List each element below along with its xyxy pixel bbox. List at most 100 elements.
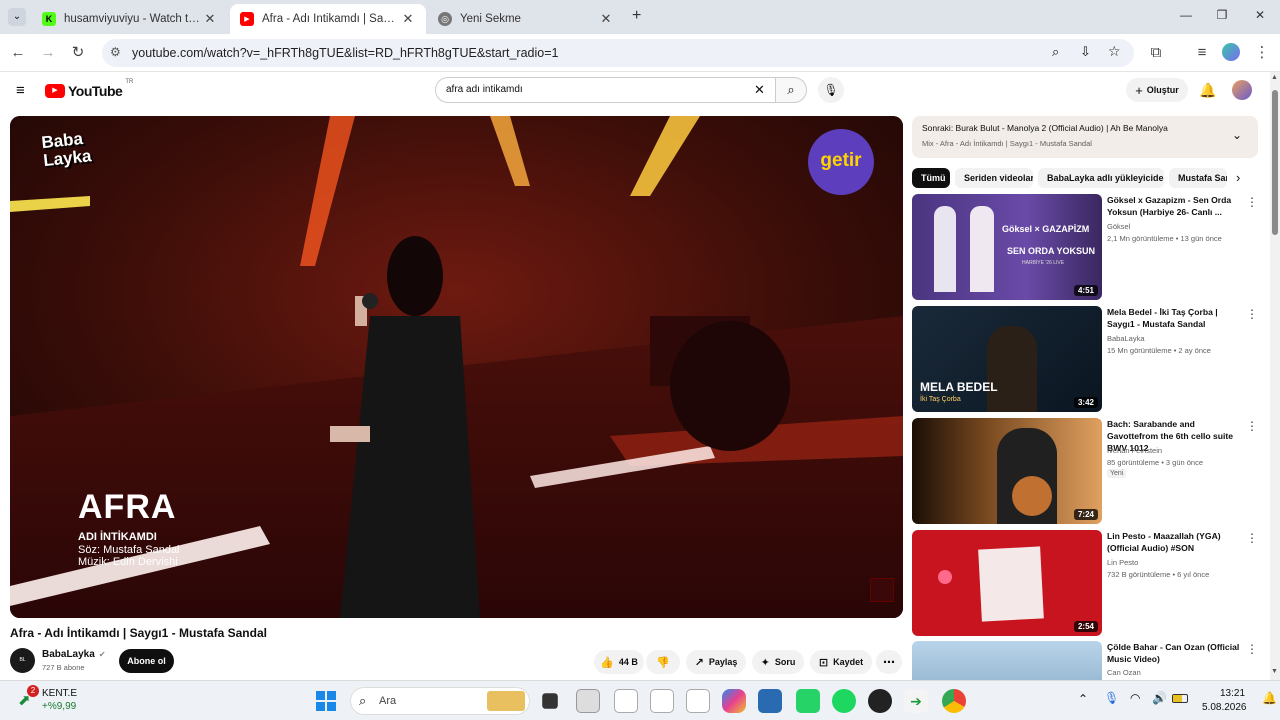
notifications-bell-icon[interactable]: 🔔 bbox=[1199, 82, 1216, 99]
mix-playlist-header[interactable]: Sonraki: Burak Bulut - Manolya 2 (Offici… bbox=[912, 116, 1258, 158]
hamburger-icon[interactable]: ≡ bbox=[16, 82, 25, 99]
back-icon[interactable]: ← bbox=[8, 43, 28, 63]
profile-avatar[interactable] bbox=[1222, 43, 1240, 61]
scroll-thumb[interactable] bbox=[1272, 90, 1278, 235]
dislike-button[interactable]: 👎 bbox=[646, 650, 680, 674]
file-icon[interactable] bbox=[686, 689, 710, 713]
tab-kick[interactable]: K husamviyuviyu - Watch the VOD ✕ bbox=[32, 4, 228, 34]
scroll-up-arrow[interactable]: ▲ bbox=[1271, 74, 1278, 81]
close-icon[interactable]: ✕ bbox=[400, 11, 416, 27]
close-icon[interactable]: ✕ bbox=[202, 11, 218, 27]
duration-badge: 3:42 bbox=[1073, 397, 1098, 408]
chip-all[interactable]: Tümü bbox=[912, 168, 950, 188]
spotify-icon[interactable] bbox=[832, 689, 856, 713]
solitaire-icon[interactable] bbox=[758, 689, 782, 713]
clear-search-icon[interactable]: ✕ bbox=[754, 82, 765, 98]
list-item[interactable]: Göksel × GAZAPİZM SEN ORDA YOKSUN HARBİY… bbox=[912, 194, 1258, 302]
thumb-text: İki Taş Çorba bbox=[920, 396, 961, 403]
site-info-icon[interactable]: ⚙ bbox=[110, 45, 121, 59]
chevron-up-icon[interactable]: ⌃ bbox=[1078, 692, 1088, 706]
stock-widget[interactable]: ⬈ 2 KENT.E +%9,99 bbox=[16, 685, 96, 715]
extensions-icon[interactable]: ⧉ bbox=[1146, 43, 1166, 63]
chevron-right-icon[interactable]: › bbox=[1236, 170, 1240, 185]
more-actions-button[interactable]: ⋯ bbox=[876, 650, 902, 674]
video-thumbnail[interactable] bbox=[912, 641, 1102, 680]
kebab-menu-icon[interactable]: ⋮ bbox=[1246, 643, 1258, 655]
taskbar-search-input[interactable]: ⌕ Ara bbox=[350, 687, 530, 715]
search-button[interactable]: ⌕ bbox=[775, 77, 807, 103]
media-controls-icon[interactable]: ≡ bbox=[1192, 43, 1212, 63]
reload-icon[interactable]: ↻ bbox=[68, 43, 88, 63]
subscribe-button[interactable]: Abone ol bbox=[119, 649, 174, 673]
notification-icon[interactable]: 🔔 bbox=[1262, 691, 1277, 705]
share-button[interactable]: ↗ Paylaş bbox=[686, 650, 746, 674]
list-item[interactable]: 7:24 Bach: Sarabande and Gavottefrom the… bbox=[912, 418, 1258, 526]
close-icon[interactable]: ✕ bbox=[598, 11, 614, 27]
file-icon[interactable] bbox=[650, 689, 674, 713]
ask-button[interactable]: ✦ Soru bbox=[752, 650, 804, 674]
address-bar[interactable]: ⚙ youtube.com/watch?v=_hFRTh8gTUE&list=R… bbox=[102, 39, 1134, 67]
tab-youtube[interactable]: ▶ Afra - Adı İntikamdı | Saygı1 - M ✕ bbox=[230, 4, 426, 34]
kebab-menu-icon[interactable]: ⋮ bbox=[1246, 308, 1258, 320]
tab-search-button[interactable]: ⌄ bbox=[8, 8, 26, 26]
window-close-icon[interactable]: ✕ bbox=[1250, 8, 1270, 26]
channel-avatar[interactable]: BL bbox=[10, 648, 35, 673]
file-icon[interactable] bbox=[614, 689, 638, 713]
kebab-menu-icon[interactable]: ⋮ bbox=[1246, 196, 1258, 208]
kebab-menu-icon[interactable]: ⋮ bbox=[1246, 532, 1258, 544]
microphone-icon[interactable]: 🎙 bbox=[1104, 691, 1119, 705]
kebab-menu-icon[interactable]: ⋮ bbox=[1246, 420, 1258, 432]
app-icon[interactable] bbox=[576, 689, 600, 713]
video-player[interactable]: Baba Layka getir AFRA ADI İNTİKAMDI Söz:… bbox=[10, 116, 903, 618]
account-avatar[interactable] bbox=[1232, 80, 1252, 100]
wifi-icon[interactable]: ◠ bbox=[1130, 691, 1140, 705]
chevron-down-icon[interactable]: ⌄ bbox=[1232, 128, 1242, 142]
video-thumbnail[interactable]: MELA BEDEL İki Taş Çorba 3:42 bbox=[912, 306, 1102, 412]
restore-icon[interactable]: ❐ bbox=[1212, 8, 1232, 26]
rose-icon bbox=[938, 570, 952, 584]
chip-series[interactable]: Seriden videolar bbox=[955, 168, 1033, 188]
chrome-taskbar-icon[interactable] bbox=[942, 689, 966, 713]
arrow-app-icon[interactable]: ➔ bbox=[904, 689, 928, 713]
video-thumbnail[interactable]: Göksel × GAZAPİZM SEN ORDA YOKSUN HARBİY… bbox=[912, 194, 1102, 300]
bookmark-star-icon[interactable]: ☆ bbox=[1108, 43, 1121, 60]
channel-name[interactable]: BabaLayka ✔ bbox=[42, 649, 106, 660]
zoom-icon[interactable]: ⌕ bbox=[1052, 44, 1059, 60]
page-scrollbar[interactable]: ▲ ▼ bbox=[1270, 72, 1280, 680]
chip-artist[interactable]: Mustafa San bbox=[1169, 168, 1227, 188]
install-icon[interactable]: ⇩ bbox=[1080, 44, 1091, 60]
like-button[interactable]: 👍 44 B bbox=[594, 650, 644, 674]
menu-kebab-icon[interactable]: ⋮ bbox=[1252, 43, 1272, 63]
clock-time[interactable]: 13:21 bbox=[1220, 688, 1245, 699]
windows-start-icon[interactable] bbox=[316, 691, 336, 711]
minimize-icon[interactable]: — bbox=[1176, 8, 1196, 26]
tab-title: husamviyuviyu - Watch the VOD bbox=[64, 13, 202, 25]
more-horizontal-icon: ⋯ bbox=[883, 655, 895, 669]
youtube-logo-icon: ▶ bbox=[45, 84, 65, 98]
forward-icon[interactable]: → bbox=[38, 43, 58, 63]
battery-icon[interactable] bbox=[1172, 694, 1188, 703]
video-thumbnail[interactable]: 2:54 bbox=[912, 530, 1102, 636]
recording-app-icon[interactable] bbox=[868, 689, 892, 713]
volume-icon[interactable]: 🔊 bbox=[1152, 691, 1167, 705]
whatsapp-icon[interactable] bbox=[796, 689, 820, 713]
voice-search-button[interactable]: 🎙 bbox=[818, 77, 844, 103]
tab-new[interactable]: ◎ Yeni Sekme ✕ bbox=[428, 4, 624, 34]
video-thumbnail[interactable]: 7:24 bbox=[912, 418, 1102, 524]
chip-uploader[interactable]: BabaLayka adlı yükleyiciden bbox=[1038, 168, 1164, 188]
create-button[interactable]: + Oluştur bbox=[1126, 78, 1188, 102]
list-item[interactable]: 2:54 Lin Pesto - Maazallah (YGA) (Offici… bbox=[912, 530, 1258, 638]
new-tab-button[interactable]: + bbox=[632, 7, 641, 25]
overlay-lyrics-credit: Söz: Mustafa Sandal bbox=[78, 544, 180, 556]
mix-title: Mix - Afra - Adı İntikamdı | Saygı1 - Mu… bbox=[922, 139, 1092, 148]
list-item[interactable]: Çölde Bahar - Can Ozan (Official Music V… bbox=[912, 641, 1258, 680]
task-view-icon[interactable] bbox=[542, 693, 558, 709]
youtube-logo[interactable]: ▶ YouTube TR bbox=[45, 79, 133, 99]
save-button[interactable]: ⊡ Kaydet bbox=[810, 650, 872, 674]
list-item[interactable]: MELA BEDEL İki Taş Çorba 3:42 Mela Bedel… bbox=[912, 306, 1258, 414]
scroll-down-arrow[interactable]: ▼ bbox=[1271, 668, 1278, 675]
subscribe-label: Abone ol bbox=[127, 656, 166, 666]
copilot-icon[interactable] bbox=[722, 689, 746, 713]
clock-date[interactable]: 5.08.2026 bbox=[1202, 702, 1247, 713]
search-input[interactable]: afra adı intikamdı ✕ bbox=[435, 77, 775, 103]
